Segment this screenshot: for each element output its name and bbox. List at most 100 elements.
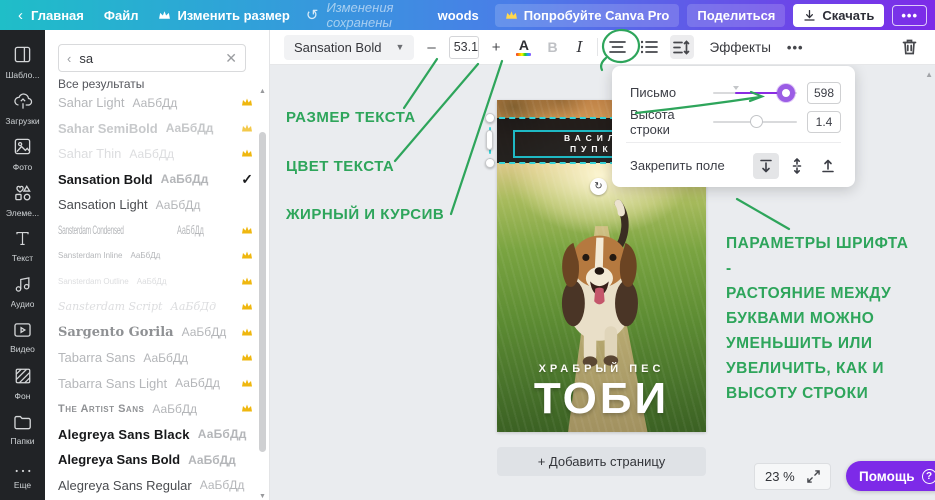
home-button[interactable]: ‹ Главная: [8, 3, 94, 28]
sidebar-item-label: Фото: [13, 162, 33, 172]
text-align-button[interactable]: [606, 35, 630, 59]
font-size-input[interactable]: 53.1: [449, 36, 479, 59]
font-size-increase-button[interactable]: +: [487, 37, 506, 58]
font-row[interactable]: Sahar LightАаБбДд: [45, 90, 263, 116]
letter-spacing-slider[interactable]: [713, 85, 797, 101]
sidebar-item-audio[interactable]: Аудио: [0, 270, 45, 314]
font-row[interactable]: Alegreya Sans BlackАаБбДд: [45, 422, 263, 448]
font-row[interactable]: Sansation BoldАаБбДд✓: [45, 167, 263, 193]
anchor-middle-button[interactable]: [784, 153, 810, 179]
font-row[interactable]: Sansation LightАаБбДд: [45, 192, 263, 218]
text-toolbar: Sansation Bold ▼ – 53.1 + A B I Эффекты …: [270, 30, 935, 65]
try-canva-pro-button[interactable]: Попробуйте Canva Pro: [495, 4, 680, 27]
sidebar-item-label: Текст: [12, 253, 33, 263]
annotation-bold-italic-text: ЖИРНЫЙ И КУРСИВ: [286, 206, 444, 223]
add-page-button[interactable]: + Добавить страницу: [497, 447, 706, 476]
undo-icon[interactable]: ↺: [300, 6, 325, 24]
font-size-decrease-button[interactable]: –: [422, 37, 440, 58]
delete-button[interactable]: [897, 35, 921, 59]
bullet-list-icon: [641, 40, 658, 54]
sidebar-item-text[interactable]: Текст: [0, 224, 45, 268]
font-name: Sansterdam Inline: [58, 251, 122, 260]
font-row[interactable]: Sargento GorilaАаБбДд: [45, 320, 263, 346]
font-row[interactable]: Tabarra Sans LightАаБбДд: [45, 371, 263, 397]
sidebar-item-video[interactable]: Видео: [0, 316, 45, 360]
font-row[interactable]: Sansterdam Inline АаБбДд: [45, 243, 263, 269]
selection-handle-bottom-left[interactable]: [485, 158, 495, 168]
font-panel-scrollbar[interactable]: ▲ ▼: [258, 92, 267, 496]
font-sample: АаБбДд: [130, 251, 160, 260]
annotation-color-text: ЦВЕТ ТЕКСТА: [286, 158, 394, 175]
selection-handle-top-left[interactable]: [485, 113, 495, 123]
scrollbar-thumb[interactable]: [259, 132, 266, 452]
font-row[interactable]: Sansterdam ScriptАаБбДд: [45, 294, 263, 320]
font-panel: ‹ ✕ Все результаты Sahar LightАаБбДдSaha…: [45, 30, 270, 500]
audio-icon: [14, 275, 32, 296]
font-row[interactable]: Alegreya Sans BoldАаБбДд: [45, 447, 263, 473]
sidebar-item-background[interactable]: Фон: [0, 362, 45, 406]
toolbar-more-button[interactable]: •••: [787, 40, 804, 55]
anchor-bottom-button[interactable]: [815, 153, 841, 179]
sidebar-item-templates[interactable]: Шабло...: [0, 40, 45, 84]
line-height-value[interactable]: 1.4: [807, 111, 841, 133]
bold-button[interactable]: B: [542, 39, 562, 55]
letter-spacing-row: Письмо 598: [630, 78, 841, 107]
line-height-slider-handle[interactable]: [750, 115, 763, 128]
sidebar-item-uploads[interactable]: Загрузки: [0, 86, 45, 130]
big-title-text[interactable]: ТОБИ: [497, 374, 706, 424]
video-icon: [13, 322, 32, 341]
letter-spacing-value[interactable]: 598: [807, 82, 841, 104]
anchor-top-button[interactable]: [753, 153, 779, 179]
effects-button[interactable]: Эффекты: [702, 40, 779, 55]
list-button[interactable]: [638, 35, 662, 59]
workarea-scroll-up-icon[interactable]: ▲: [925, 70, 933, 79]
font-search-box[interactable]: ‹ ✕: [58, 44, 246, 72]
search-back-icon[interactable]: ‹: [67, 51, 71, 66]
help-button[interactable]: Помощь ?: [846, 461, 935, 491]
annotation-size-text: РАЗМЕР ТЕКСТА: [286, 109, 416, 126]
more-icon: [14, 462, 32, 477]
font-row[interactable]: Sahar ThinАаБбДд: [45, 141, 263, 167]
sidebar-item-elements[interactable]: Элеме...: [0, 178, 45, 222]
header-more-button[interactable]: •••: [892, 5, 927, 26]
font-name: Alegreya Sans Regular: [58, 478, 192, 493]
resize-button[interactable]: Изменить размер: [148, 4, 299, 27]
anchor-top-icon: [758, 158, 774, 174]
font-name: Sansterdam Condensed: [58, 223, 124, 237]
font-row[interactable]: Sansterdam OutlineАаБбДд: [45, 269, 263, 295]
font-family-select[interactable]: Sansation Bold ▼: [284, 35, 414, 60]
sidebar-item-photos[interactable]: Фото: [0, 132, 45, 176]
fullscreen-icon[interactable]: [807, 470, 820, 483]
annotation-params-text: ПАРАМЕТРЫ ШРИФТА - РАСТОЯНИЕ МЕЖДУ БУКВА…: [726, 231, 916, 406]
crown-icon: [241, 121, 253, 136]
share-button[interactable]: Поделиться: [687, 4, 785, 27]
line-height-row: Высота строки 1.4: [630, 107, 841, 136]
letter-spacing-button[interactable]: [670, 35, 694, 59]
text-color-button[interactable]: A: [513, 38, 534, 57]
scroll-up-icon[interactable]: ▲: [258, 88, 267, 95]
font-row[interactable]: Alegreya Sans RegularАаБбДд: [45, 473, 263, 499]
scroll-down-icon[interactable]: ▼: [258, 493, 267, 500]
font-name: Alegreya Sans Bold: [58, 452, 180, 467]
download-button[interactable]: Скачать: [793, 4, 884, 27]
font-row[interactable]: The Artist SansАаБбДд: [45, 396, 263, 422]
font-row[interactable]: Sansterdam CondensedАаБбДд: [45, 218, 263, 244]
letter-spacing-slider-handle[interactable]: [777, 84, 795, 102]
crown-icon: [241, 223, 253, 238]
rotate-handle[interactable]: ↻: [590, 178, 607, 195]
selection-handle-left[interactable]: [486, 130, 493, 150]
sidebar-item-more[interactable]: Еще: [0, 454, 45, 498]
search-clear-icon[interactable]: ✕: [225, 50, 237, 67]
font-row[interactable]: Tabarra SansАаБбДд: [45, 345, 263, 371]
file-menu-button[interactable]: Файл: [94, 4, 149, 27]
search-input[interactable]: [79, 51, 217, 66]
italic-button[interactable]: I: [571, 38, 589, 56]
font-row[interactable]: Sahar SemiBoldАаБбДд: [45, 116, 263, 142]
zoom-control[interactable]: 23 %: [754, 463, 831, 490]
project-name[interactable]: woods: [428, 4, 489, 27]
sidebar-item-folders[interactable]: Папки: [0, 408, 45, 452]
font-name: Sargento Gorila: [58, 325, 174, 340]
question-mark-icon: ?: [922, 469, 935, 484]
anchor-middle-icon: [789, 158, 805, 174]
line-height-slider[interactable]: [713, 114, 797, 130]
